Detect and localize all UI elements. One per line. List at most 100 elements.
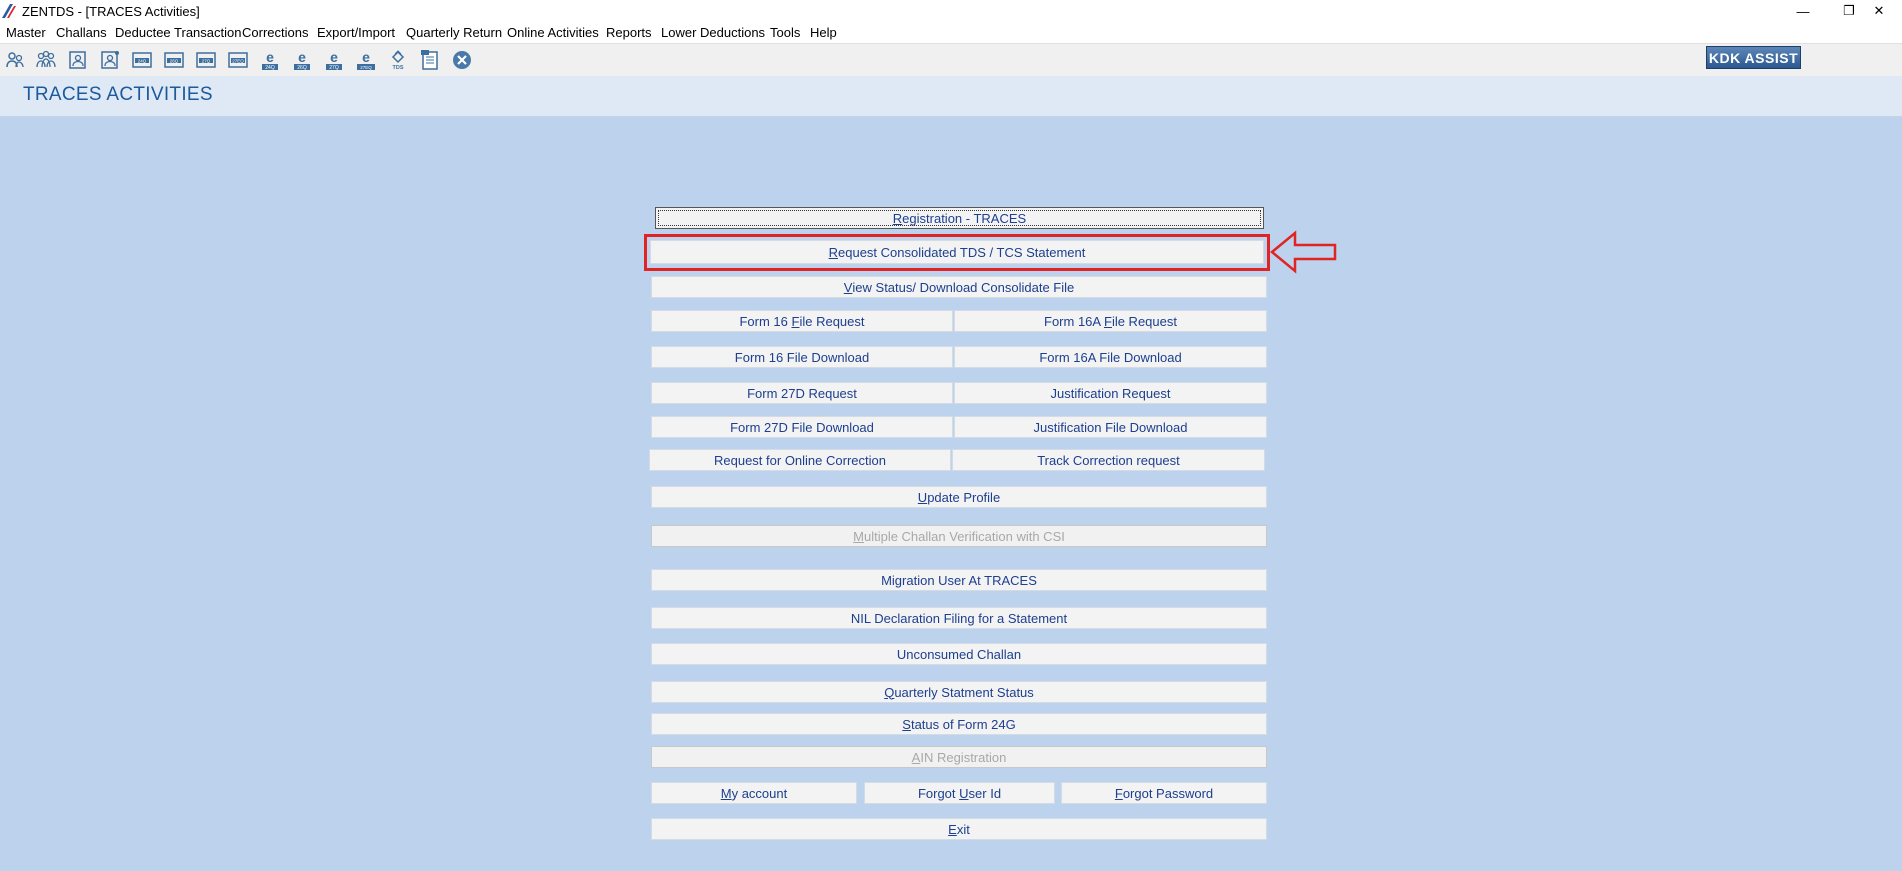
deductee-add-icon[interactable] (97, 48, 123, 72)
multiple-challan-verification-button: Multiple Challan Verification with CSI (651, 525, 1267, 547)
menu-master[interactable]: Master (6, 25, 46, 40)
e-27eq-label: 27EQ (360, 65, 372, 70)
menu-online-activities[interactable]: Online Activities (507, 25, 599, 40)
tds-label: TDS (393, 65, 404, 71)
form-27q-label: 27Q (202, 58, 211, 63)
svg-text:e: e (362, 49, 370, 65)
view-status-mnemonic: V (843, 279, 853, 295)
svg-text:e: e (298, 49, 306, 65)
form16a-file-download-button[interactable]: Form 16A File Download (954, 346, 1267, 368)
title-bar: ZENTDS - [TRACES Activities] — ❐ ✕ (0, 0, 1902, 22)
form-27q-icon[interactable]: 27Q (193, 48, 219, 72)
e-24q-label: 24Q (265, 65, 275, 71)
registration-mnemonic: R (892, 210, 903, 226)
justification-file-download-button[interactable]: Justification File Download (954, 416, 1267, 438)
quarterly-status-mnemonic: Q (884, 684, 895, 700)
e-26q-label: 26Q (297, 65, 307, 71)
registration-label: egistration - TRACES (902, 210, 1027, 226)
kdk-assist-button[interactable]: KDK ASSIST (1706, 46, 1801, 69)
forgot-user-id-button[interactable]: Forgot User Id (864, 782, 1055, 804)
update-profile-mnemonic: U (917, 489, 928, 505)
exit-label: xit (956, 821, 970, 837)
tds-icon[interactable]: TDS (385, 48, 411, 72)
form16-request-prefix: Form 16 (739, 313, 792, 329)
status-form-24g-button[interactable]: Status of Form 24G (651, 713, 1267, 735)
deductee-icon[interactable] (65, 48, 91, 72)
form16-request-label: ile Request (799, 313, 865, 329)
forgot-user-mnemonic: U (959, 785, 969, 801)
exit-mnemonic: E (948, 821, 957, 837)
update-profile-label: pdate Profile (927, 489, 1001, 505)
close-button[interactable]: ✕ (1856, 0, 1902, 22)
forgot-password-button[interactable]: Forgot Password (1061, 782, 1267, 804)
form27d-request-button[interactable]: Form 27D Request (651, 382, 953, 404)
header-band: TRACES ACTIVITIES (0, 76, 1902, 117)
registration-traces-button[interactable]: Registration - TRACES (655, 207, 1264, 229)
ain-registration-mnemonic: A (911, 749, 921, 765)
svg-text:e: e (266, 49, 274, 65)
form16-file-download-button[interactable]: Form 16 File Download (651, 346, 953, 368)
e-27q-icon[interactable]: e 27Q (321, 48, 347, 72)
e-24q-icon[interactable]: e 24Q (257, 48, 283, 72)
justification-request-button[interactable]: Justification Request (954, 382, 1267, 404)
window-title: ZENTDS - [TRACES Activities] (22, 4, 200, 19)
form27d-file-download-button[interactable]: Form 27D File Download (651, 416, 953, 438)
online-correction-request-button[interactable]: Request for Online Correction (649, 449, 951, 471)
menu-bar: Master Challans Deductee Transaction Cor… (0, 22, 1902, 44)
form16a-request-prefix: Form 16A (1044, 313, 1104, 329)
menu-lower-deductions[interactable]: Lower Deductions (661, 25, 765, 40)
my-account-mnemonic: M (720, 785, 732, 801)
e-27q-label: 27Q (329, 65, 339, 71)
menu-reports[interactable]: Reports (606, 25, 652, 40)
unconsumed-challan-button[interactable]: Unconsumed Challan (651, 643, 1267, 665)
pointer-arrow-icon (1270, 230, 1337, 274)
quarterly-status-label: uarterly Statment Status (894, 684, 1034, 700)
forgot-user-prefix: Forgot (917, 785, 960, 801)
multiple-challan-mnemonic: M (853, 528, 864, 544)
form-26q-icon[interactable]: 26Q (161, 48, 187, 72)
menu-quarterly-return[interactable]: Quarterly Return (406, 25, 502, 40)
exit-button[interactable]: Exit (651, 818, 1267, 840)
highlight-box (644, 234, 1270, 271)
svg-text:e: e (330, 49, 338, 65)
view-status-label: iew Status/ Download Consolidate File (852, 279, 1075, 295)
form16a-request-mnemonic: F (1103, 313, 1112, 329)
forgot-user-label: ser Id (968, 785, 1002, 801)
quarterly-statement-status-button[interactable]: Quarterly Statment Status (651, 681, 1267, 703)
app-logo-icon (2, 4, 16, 18)
e-27eq-icon[interactable]: e 27EQ (353, 48, 379, 72)
form16a-request-label: ile Request (1111, 313, 1177, 329)
view-status-download-button[interactable]: View Status/ Download Consolidate File (651, 276, 1267, 298)
my-account-button[interactable]: My account (651, 782, 857, 804)
ain-registration-button: A IN Registration (651, 746, 1267, 768)
form16-file-request-button[interactable]: Form 16 File Request (651, 310, 953, 332)
menu-corrections[interactable]: Corrections (242, 25, 308, 40)
ain-registration-label: IN Registration (920, 749, 1007, 765)
forgot-password-label: orgot Password (1122, 785, 1214, 801)
menu-tools[interactable]: Tools (770, 25, 800, 40)
menu-deductee-transaction[interactable]: Deductee Transaction (115, 25, 241, 40)
form-27eq-icon[interactable]: 27EQ (225, 48, 251, 72)
migration-user-button[interactable]: Migration User At TRACES (651, 569, 1267, 591)
close-circle-icon[interactable] (449, 48, 475, 72)
form-24q-label: 24Q (138, 58, 147, 63)
user-icon[interactable] (2, 48, 28, 72)
minimize-button[interactable]: — (1780, 0, 1826, 22)
update-profile-button[interactable]: Update Profile (651, 486, 1267, 508)
track-correction-request-button[interactable]: Track Correction request (952, 449, 1265, 471)
status-24g-label: tatus of Form 24G (910, 716, 1016, 732)
forgot-password-mnemonic: F (1114, 785, 1123, 801)
form-26q-label: 26Q (170, 58, 179, 63)
page-title: TRACES ACTIVITIES (23, 84, 213, 105)
form16a-file-request-button[interactable]: Form 16A File Request (954, 310, 1267, 332)
menu-challans[interactable]: Challans (56, 25, 107, 40)
document-icon[interactable] (417, 48, 443, 72)
menu-export-import[interactable]: Export/Import (317, 25, 395, 40)
form-24q-icon[interactable]: 24Q (129, 48, 155, 72)
e-26q-icon[interactable]: e 26Q (289, 48, 315, 72)
status-24g-mnemonic: S (902, 716, 911, 732)
my-account-label: y account (731, 785, 788, 801)
users-icon[interactable] (33, 48, 59, 72)
menu-help[interactable]: Help (810, 25, 837, 40)
nil-declaration-button[interactable]: NIL Declaration Filing for a Statement (651, 607, 1267, 629)
